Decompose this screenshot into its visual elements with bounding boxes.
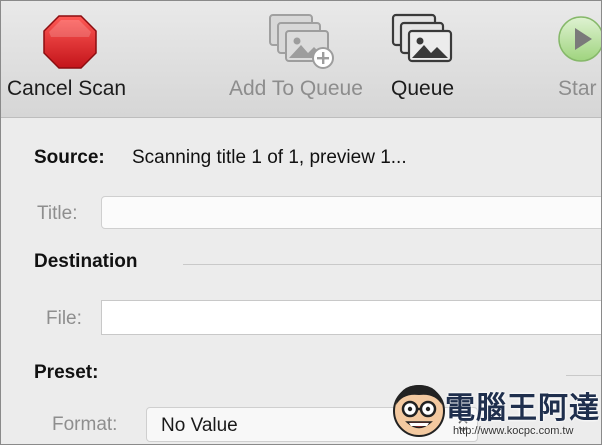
cancel-scan-label: Cancel Scan xyxy=(7,77,127,100)
mascot-logo xyxy=(393,385,445,437)
title-label: Title: xyxy=(37,203,78,224)
watermark-title: 電腦王阿達 xyxy=(445,392,600,425)
add-to-queue-label: Add To Queue xyxy=(229,77,363,100)
toolbar: Cancel Scan Add To Queue Queue Star xyxy=(1,1,601,118)
start-button[interactable]: Star xyxy=(541,1,601,117)
queue-label: Queue xyxy=(391,77,455,100)
title-select[interactable] xyxy=(101,196,601,229)
watermark-url: http://www.kocpc.com.tw xyxy=(453,425,574,437)
queue-button[interactable]: Queue xyxy=(387,1,467,117)
source-status: Scanning title 1 of 1, preview 1... xyxy=(132,147,407,168)
file-label: File: xyxy=(46,308,82,329)
format-label: Format: xyxy=(52,414,118,435)
destination-separator xyxy=(183,264,601,265)
preset-heading: Preset: xyxy=(34,362,99,383)
handbrake-window: Cancel Scan Add To Queue Queue Star Sour… xyxy=(0,0,602,445)
format-value: No Value xyxy=(161,415,238,436)
file-field[interactable] xyxy=(101,300,601,335)
queue-icon xyxy=(391,13,453,63)
destination-heading: Destination xyxy=(34,251,138,272)
play-icon xyxy=(558,16,601,62)
cancel-scan-button[interactable]: Cancel Scan xyxy=(1,1,141,117)
start-label: Star xyxy=(558,77,597,100)
stop-icon xyxy=(43,15,97,69)
preset-separator xyxy=(566,375,601,376)
add-to-queue-button[interactable]: Add To Queue xyxy=(223,1,379,117)
add-to-queue-icon xyxy=(269,14,334,69)
source-label: Source: xyxy=(34,147,105,168)
watermark: 電腦王阿達 http://www.kocpc.com.tw xyxy=(389,379,600,444)
